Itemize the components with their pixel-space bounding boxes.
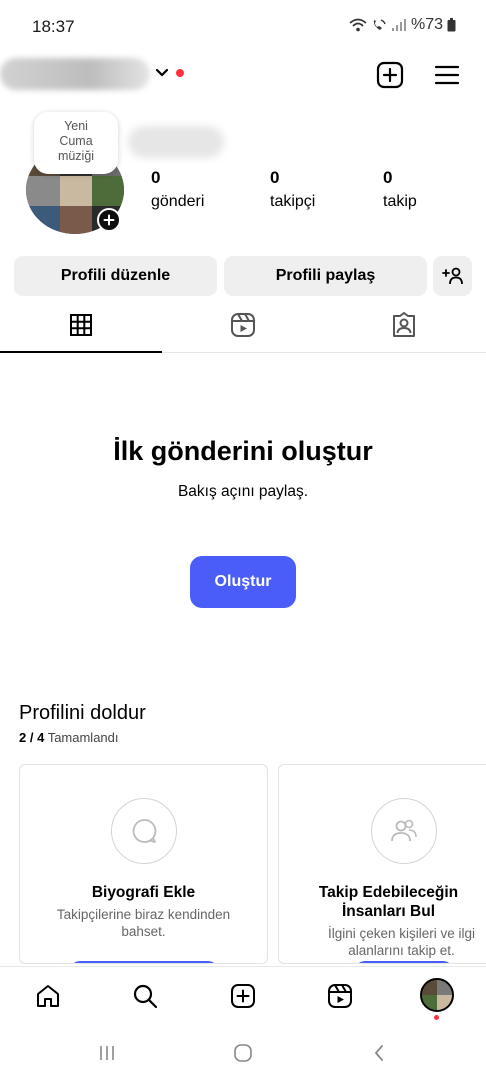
card-icon-circle bbox=[371, 798, 437, 864]
complete-profile-title: Profilini doldur bbox=[19, 702, 146, 724]
profile-header bbox=[0, 52, 486, 96]
find-people-card[interactable]: Takip Edebileceğin İnsanları Bul İlgini … bbox=[278, 764, 486, 964]
notification-dot bbox=[176, 69, 184, 77]
hamburger-menu-icon bbox=[434, 65, 460, 85]
reels-icon bbox=[328, 984, 352, 1008]
system-navigation-bar bbox=[0, 1024, 486, 1080]
find-people-button[interactable] bbox=[355, 961, 453, 963]
stat-followers[interactable]: 0 takipçi bbox=[270, 168, 315, 211]
note-line: Cuma bbox=[59, 134, 93, 148]
status-icons: %73 bbox=[349, 16, 456, 34]
note-line: Yeni bbox=[64, 119, 88, 133]
profile-tabs bbox=[0, 302, 486, 353]
card-description: Takipçilerine biraz kendinden bahset. bbox=[56, 907, 231, 939]
status-time: 18:37 bbox=[32, 17, 75, 36]
nav-search[interactable] bbox=[130, 981, 160, 1011]
tagged-icon bbox=[393, 312, 415, 337]
username-blurred[interactable] bbox=[0, 58, 150, 90]
note-bubble[interactable]: Yeni Cuma müziği bbox=[34, 112, 118, 174]
battery-icon bbox=[447, 18, 456, 32]
speech-bubble-icon bbox=[132, 819, 157, 843]
add-bio-button[interactable] bbox=[70, 961, 218, 963]
add-story-button[interactable] bbox=[97, 208, 121, 232]
plus-icon bbox=[103, 214, 115, 226]
grid-icon bbox=[70, 314, 92, 336]
card-title: Takip Edebileceğin İnsanları Bul bbox=[318, 884, 459, 920]
status-bar: 18:37 %73 bbox=[0, 0, 486, 52]
nav-profile-avatar[interactable] bbox=[420, 978, 454, 1012]
add-bio-card[interactable]: Biyografi Ekle Takipçilerine biraz kendi… bbox=[19, 764, 268, 964]
progress-count: 2 / 4 bbox=[19, 730, 45, 745]
nav-home[interactable] bbox=[33, 981, 63, 1011]
nav-reels[interactable] bbox=[325, 981, 355, 1011]
card-title: Biyografi Ekle bbox=[91, 884, 196, 901]
stat-posts[interactable]: 0 gönderi bbox=[151, 168, 204, 211]
plus-square-icon bbox=[376, 61, 404, 89]
card-icon-circle bbox=[111, 798, 177, 864]
create-icon bbox=[231, 984, 255, 1008]
stat-count: 0 bbox=[151, 168, 161, 187]
chevron-down-icon[interactable] bbox=[154, 64, 170, 80]
note-line: müziği bbox=[57, 149, 95, 163]
add-person-icon bbox=[441, 267, 463, 285]
recent-apps-button[interactable] bbox=[92, 1040, 122, 1066]
stat-label: takip bbox=[383, 193, 417, 210]
battery-text: %73 bbox=[410, 16, 443, 33]
home-system-button[interactable] bbox=[228, 1040, 258, 1066]
complete-profile-progress: 2 / 4 Tamamlandı bbox=[19, 730, 119, 745]
active-tab-indicator bbox=[0, 351, 162, 353]
tab-tagged[interactable] bbox=[390, 311, 418, 339]
menu-button[interactable] bbox=[432, 60, 462, 90]
tab-posts[interactable] bbox=[67, 311, 95, 339]
share-profile-button[interactable]: Profili paylaş bbox=[224, 256, 427, 296]
create-post-button[interactable]: Oluştur bbox=[190, 556, 296, 608]
nav-create[interactable] bbox=[228, 981, 258, 1011]
stat-label: takipçi bbox=[270, 193, 316, 210]
search-icon bbox=[133, 984, 158, 1009]
home-circle-icon bbox=[234, 1044, 252, 1062]
signal-icon bbox=[391, 19, 406, 31]
stat-count: 0 bbox=[383, 168, 393, 187]
empty-state-subtitle: Bakış açını paylaş. bbox=[177, 483, 309, 500]
progress-label: Tamamlandı bbox=[47, 730, 119, 745]
home-icon bbox=[37, 985, 59, 1007]
people-icon bbox=[391, 819, 417, 842]
stat-following[interactable]: 0 takip bbox=[383, 168, 417, 211]
recent-apps-icon bbox=[100, 1046, 114, 1060]
back-chevron-icon bbox=[374, 1045, 383, 1061]
stat-label: gönderi bbox=[151, 193, 205, 210]
edit-profile-button[interactable]: Profili düzenle bbox=[14, 256, 217, 296]
display-name-blurred bbox=[128, 126, 224, 158]
nav-profile-dot bbox=[434, 1015, 439, 1020]
stat-count: 0 bbox=[270, 168, 280, 187]
bottom-navigation bbox=[0, 966, 486, 1024]
call-icon bbox=[373, 19, 386, 30]
card-description: İlgini çeken kişileri ve ilgi alanlarını… bbox=[327, 926, 476, 958]
discover-people-button[interactable] bbox=[433, 256, 472, 296]
empty-state-title: İlk gönderini oluştur bbox=[113, 436, 373, 466]
wifi-icon bbox=[349, 18, 367, 32]
create-button[interactable] bbox=[375, 60, 405, 90]
tab-reels[interactable] bbox=[229, 311, 257, 339]
reels-icon bbox=[231, 313, 255, 337]
back-button[interactable] bbox=[364, 1040, 394, 1066]
